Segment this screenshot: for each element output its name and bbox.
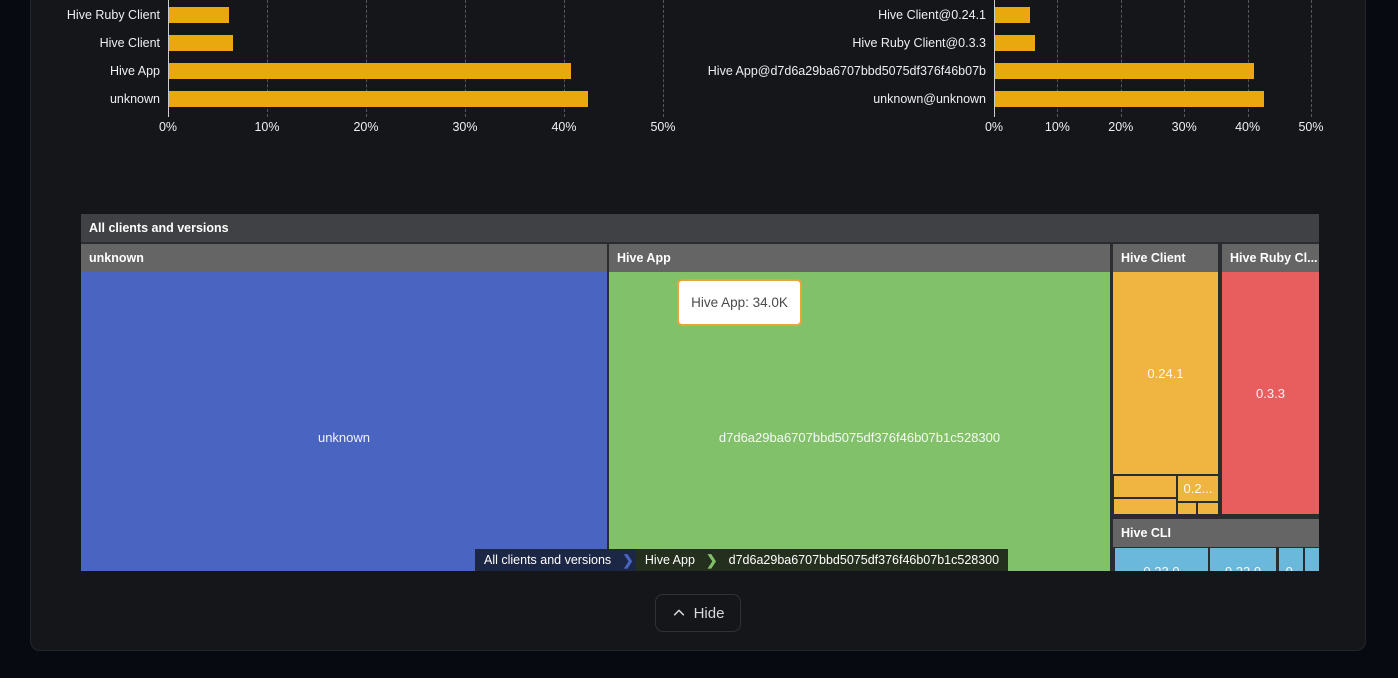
bar-unknown xyxy=(169,91,588,107)
treemap-tile-blank[interactable] xyxy=(1305,548,1319,571)
treemap-tile-label: 0.2... xyxy=(1184,481,1213,496)
treemap-tile-label: d7d6a29ba6707bbd5075df376f46b07b1c528300 xyxy=(719,430,1000,445)
treemap-tile-label: 0. xyxy=(1286,564,1297,572)
bar-chart-client-versions-plot xyxy=(994,0,1312,117)
treemap-tile-0-2[interactable]: 0.2... xyxy=(1178,476,1218,501)
treemap-tile-blank[interactable] xyxy=(1178,503,1196,514)
treemap-tile-blank[interactable] xyxy=(1198,503,1218,514)
treemap-header-hive-ruby-cl[interactable]: Hive Ruby Cl... xyxy=(1222,244,1319,272)
treemap-header-label: Hive Client xyxy=(1121,251,1186,265)
treemap-tile-label: 0.23.0 xyxy=(1143,564,1179,572)
treemap-tile-blank[interactable] xyxy=(1114,499,1176,514)
category-label-unknown: unknown xyxy=(0,89,160,109)
treemap-tile-0-23-0[interactable]: 0.23.0 xyxy=(1115,548,1208,571)
treemap-header-label: unknown xyxy=(89,251,144,265)
pathbar-crumb-label: d7d6a29ba6707bbd5075df376f46b07b1c528300 xyxy=(729,553,999,567)
bar-chart-clients: Hive Ruby Client Hive Client Hive App unkno… xyxy=(0,0,700,140)
treemap-tile-unknown[interactable]: unknown xyxy=(81,272,607,571)
category-label-unknown-unknown: unknown@unknown xyxy=(690,89,986,109)
hide-button-label: Hide xyxy=(694,605,725,622)
treemap-header-label: All clients and versions xyxy=(89,221,229,235)
gridline xyxy=(663,0,664,117)
hide-button[interactable]: Hide xyxy=(655,594,741,632)
treemap-tile-label: 0.3.3 xyxy=(1256,386,1285,401)
category-label-hive-app-d7d6a29ba6707bbd5075df376f46b07: Hive App@d7d6a29ba6707bbd5075df376f46b07… xyxy=(690,61,986,81)
axis-tick-label: 20% xyxy=(1091,120,1151,134)
axis-tick-label: 30% xyxy=(435,120,495,134)
bar-hive-ruby-client xyxy=(169,7,229,23)
treemap-header-unknown[interactable]: unknown xyxy=(81,244,607,272)
axis-tick-label: 0% xyxy=(138,120,198,134)
treemap-header-hive-client[interactable]: Hive Client xyxy=(1113,244,1218,272)
axis-tick-label: 30% xyxy=(1154,120,1214,134)
axis-tick-label: 40% xyxy=(1218,120,1278,134)
treemap-tile-label: unknown xyxy=(318,430,370,445)
category-label-hive-client-0-24-1: Hive Client@0.24.1 xyxy=(690,5,986,25)
bar-hive-client-0-24-1 xyxy=(995,7,1030,23)
bar-hive-app xyxy=(169,63,571,79)
treemap-header-label: Hive CLI xyxy=(1121,526,1171,540)
category-label-hive-app: Hive App xyxy=(0,61,160,81)
bar-chart-clients-plot xyxy=(168,0,664,117)
bar-hive-client xyxy=(169,35,233,51)
pathbar-crumb-d7d6a29ba6707bbd5075df376f46b07b1c528300[interactable]: d7d6a29ba6707bbd5075df376f46b07b1c528300 xyxy=(720,549,1008,571)
treemap-tile-0-24-1[interactable]: 0.24.1 xyxy=(1113,272,1218,474)
treemap-header-hive-app[interactable]: Hive App xyxy=(609,244,1110,272)
treemap-hover-tooltip: Hive App: 34.0K xyxy=(677,279,802,326)
treemap-all-clients-and-versions: All clients and versions unknown unknown Hi… xyxy=(81,214,1319,571)
treemap-header-label: Hive App xyxy=(617,251,671,265)
pathbar-crumb-hive-app[interactable]: Hive App xyxy=(636,549,704,571)
treemap-header-hive-cli[interactable]: Hive CLI xyxy=(1113,519,1319,547)
bar-hive-ruby-client-0-3-3 xyxy=(995,35,1035,51)
category-label-hive-client: Hive Client xyxy=(0,33,160,53)
treemap-tile-0-22-0[interactable]: 0.22.0 xyxy=(1210,548,1276,571)
axis-tick-label: 20% xyxy=(336,120,396,134)
pathbar-crumb-all-clients-and-versions[interactable]: All clients and versions xyxy=(475,549,620,571)
treemap-header-all-clients-and-versions[interactable]: All clients and versions xyxy=(81,214,1319,242)
treemap-tile-label: 0.22.0 xyxy=(1225,564,1261,572)
chevron-right-icon: ❯ xyxy=(620,549,636,571)
bar-chart-client-versions: Hive Client@0.24.1 Hive Ruby Client@0.3.3… xyxy=(690,0,1398,140)
treemap-tile-0-3-3[interactable]: 0.3.3 xyxy=(1222,272,1319,514)
pathbar-crumb-label: Hive App xyxy=(645,553,695,567)
category-label-hive-ruby-client-0-3-3: Hive Ruby Client@0.3.3 xyxy=(690,33,986,53)
bar-hive-app-d7d6a29ba6707bbd5075df376f46b07 xyxy=(995,63,1254,79)
axis-tick-label: 50% xyxy=(1281,120,1341,134)
treemap-header-label: Hive Ruby Cl... xyxy=(1230,251,1318,265)
treemap-tile-label: 0.24.1 xyxy=(1147,366,1183,381)
treemap-hover-tooltip-text: Hive App: 34.0K xyxy=(691,295,788,310)
treemap-tile-blank[interactable] xyxy=(1114,476,1176,497)
category-label-hive-ruby-client: Hive Ruby Client xyxy=(0,5,160,25)
bar-unknown-unknown xyxy=(995,91,1264,107)
pathbar-crumb-label: All clients and versions xyxy=(484,553,611,567)
chevron-up-icon xyxy=(672,606,686,620)
chevron-right-icon: ❯ xyxy=(704,549,720,571)
treemap-tile-0[interactable]: 0. xyxy=(1279,548,1303,571)
axis-tick-label: 0% xyxy=(964,120,1024,134)
axis-tick-label: 10% xyxy=(1027,120,1087,134)
gridline xyxy=(1311,0,1312,117)
axis-tick-label: 10% xyxy=(237,120,297,134)
treemap-pathbar: All clients and versions ❯ Hive App ❯ d7d6a2… xyxy=(475,549,1008,571)
axis-tick-label: 50% xyxy=(633,120,693,134)
axis-tick-label: 40% xyxy=(534,120,594,134)
